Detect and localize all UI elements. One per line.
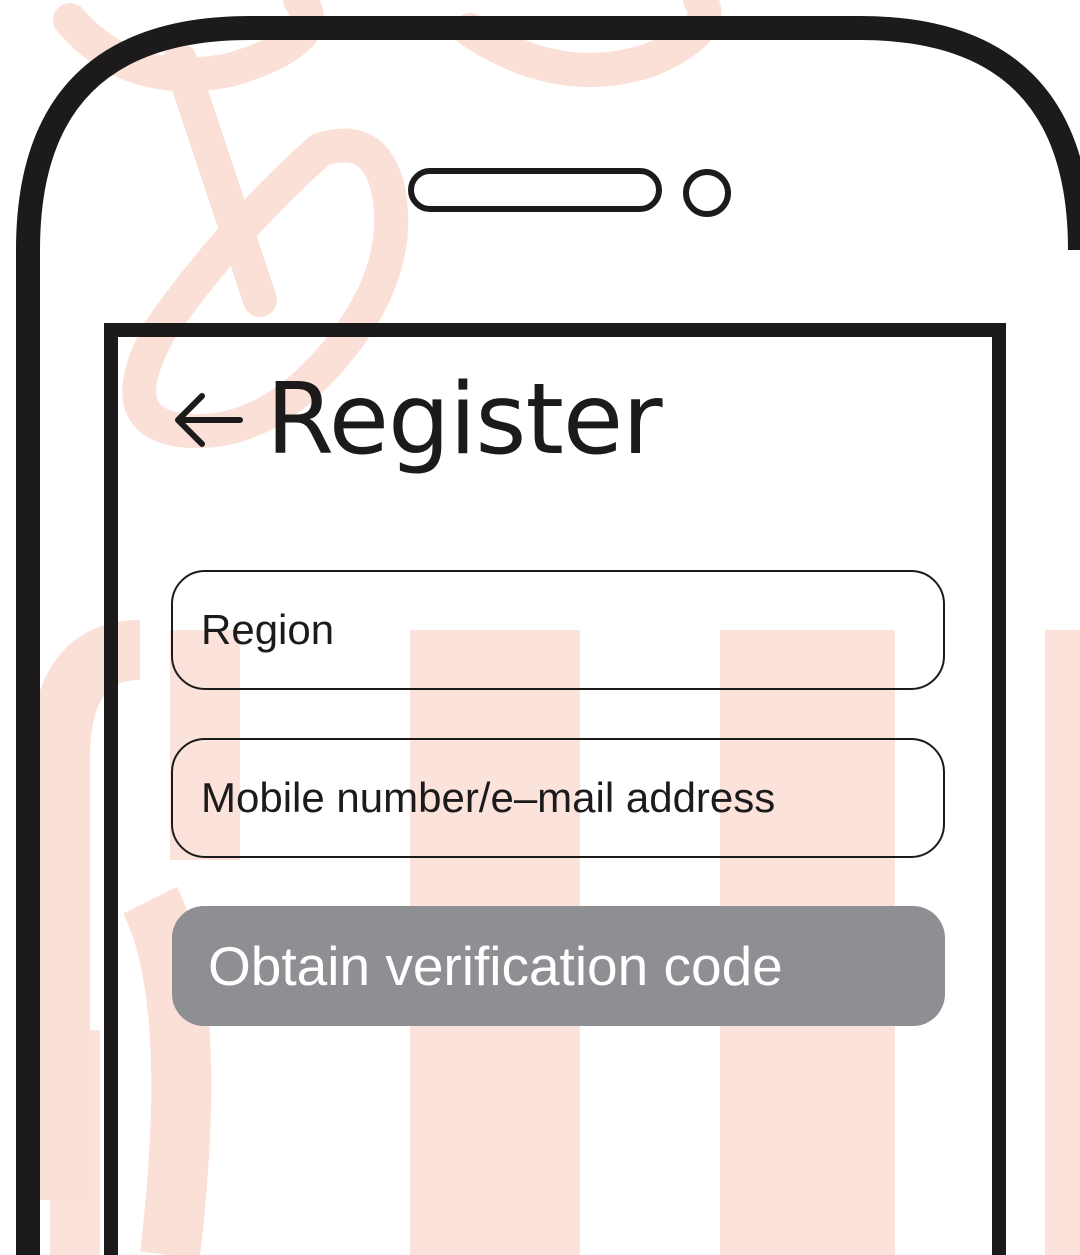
page-header: Register — [170, 360, 662, 480]
obtain-verification-code-button[interactable]: Obtain verification code — [172, 906, 945, 1026]
arrow-left-icon[interactable] — [170, 390, 246, 450]
front-camera — [683, 169, 731, 217]
region-field[interactable]: Region — [171, 570, 945, 690]
contact-field[interactable]: Mobile number/e–mail address — [171, 738, 945, 858]
speaker-slot — [408, 168, 662, 212]
contact-field-placeholder: Mobile number/e–mail address — [201, 774, 776, 821]
obtain-verification-code-label: Obtain verification code — [208, 935, 783, 997]
region-field-placeholder: Region — [201, 606, 335, 653]
page-title: Register — [266, 363, 662, 477]
